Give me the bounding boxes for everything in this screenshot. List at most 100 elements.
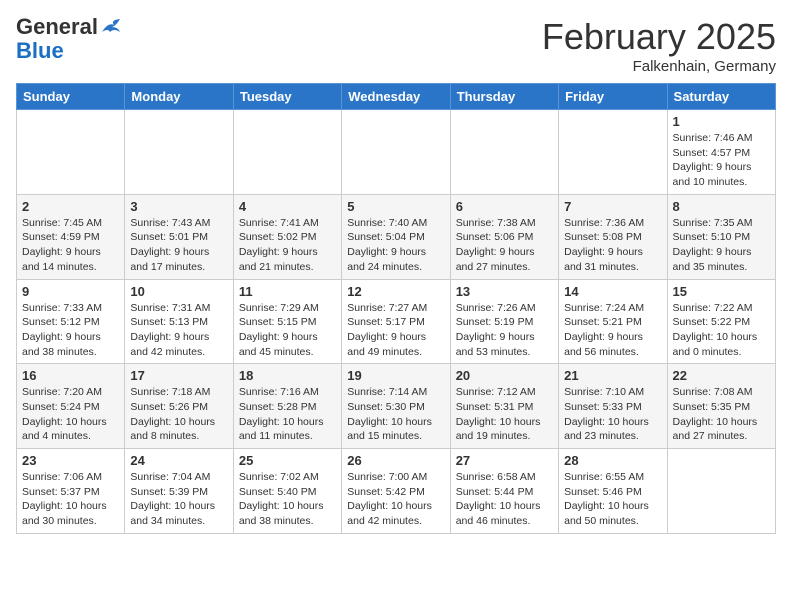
calendar-cell: 25 Sunrise: 7:02 AM Sunset: 5:40 PM Dayli… bbox=[233, 449, 341, 534]
day-number: 24 bbox=[130, 453, 227, 468]
day-number: 4 bbox=[239, 199, 336, 214]
calendar-cell: 4 Sunrise: 7:41 AM Sunset: 5:02 PM Daylig… bbox=[233, 194, 341, 279]
day-number: 25 bbox=[239, 453, 336, 468]
calendar-cell: 9 Sunrise: 7:33 AM Sunset: 5:12 PM Daylig… bbox=[17, 279, 125, 364]
day-number: 26 bbox=[347, 453, 444, 468]
day-number: 13 bbox=[456, 284, 553, 299]
day-info: Sunrise: 7:10 AM Sunset: 5:33 PM Dayligh… bbox=[564, 385, 661, 444]
day-number: 9 bbox=[22, 284, 119, 299]
calendar-cell: 23 Sunrise: 7:06 AM Sunset: 5:37 PM Dayli… bbox=[17, 449, 125, 534]
day-number: 19 bbox=[347, 368, 444, 383]
logo: General Blue bbox=[16, 16, 122, 64]
calendar-cell bbox=[342, 110, 450, 195]
day-number: 20 bbox=[456, 368, 553, 383]
calendar-week-4: 16Sunrise: 7:20 AM Sunset: 5:24 PM Dayli… bbox=[17, 364, 776, 449]
day-info: Sunrise: 7:18 AM Sunset: 5:26 PM Dayligh… bbox=[130, 385, 227, 444]
calendar-cell: 21 Sunrise: 7:10 AM Sunset: 5:33 PM Dayli… bbox=[559, 364, 667, 449]
month-title: February 2025 bbox=[542, 16, 776, 58]
location-subtitle: Falkenhain, Germany bbox=[542, 58, 776, 75]
calendar-cell: 12 Sunrise: 7:27 AM Sunset: 5:17 PM Dayli… bbox=[342, 279, 450, 364]
day-info: Sunrise: 7:27 AM Sunset: 5:17 PM Dayligh… bbox=[347, 301, 444, 360]
title-block: February 2025 Falkenhain, Germany bbox=[542, 16, 776, 75]
day-info: Sunrise: 7:06 AM Sunset: 5:37 PM Dayligh… bbox=[22, 470, 119, 529]
day-info: Sunrise: 7:16 AM Sunset: 5:28 PM Dayligh… bbox=[239, 385, 336, 444]
calendar-cell: 14Sunrise: 7:24 AM Sunset: 5:21 PM Dayli… bbox=[559, 279, 667, 364]
calendar-cell: 2 Sunrise: 7:45 AM Sunset: 4:59 PM Daylig… bbox=[17, 194, 125, 279]
calendar-cell: 22Sunrise: 7:08 AM Sunset: 5:35 PM Dayli… bbox=[667, 364, 775, 449]
weekday-header-sunday: Sunday bbox=[17, 84, 125, 110]
calendar-cell: 16Sunrise: 7:20 AM Sunset: 5:24 PM Dayli… bbox=[17, 364, 125, 449]
calendar-week-5: 23 Sunrise: 7:06 AM Sunset: 5:37 PM Dayli… bbox=[17, 449, 776, 534]
day-info: Sunrise: 7:02 AM Sunset: 5:40 PM Dayligh… bbox=[239, 470, 336, 529]
day-info: Sunrise: 7:31 AM Sunset: 5:13 PM Dayligh… bbox=[130, 301, 227, 360]
day-number: 15 bbox=[673, 284, 770, 299]
day-number: 3 bbox=[130, 199, 227, 214]
calendar-table: SundayMondayTuesdayWednesdayThursdayFrid… bbox=[16, 83, 776, 534]
calendar-cell: 10 Sunrise: 7:31 AM Sunset: 5:13 PM Dayli… bbox=[125, 279, 233, 364]
calendar-cell: 26 Sunrise: 7:00 AM Sunset: 5:42 PM Dayli… bbox=[342, 449, 450, 534]
calendar-cell: 19 Sunrise: 7:14 AM Sunset: 5:30 PM Dayli… bbox=[342, 364, 450, 449]
day-number: 28 bbox=[564, 453, 661, 468]
day-info: Sunrise: 7:43 AM Sunset: 5:01 PM Dayligh… bbox=[130, 216, 227, 275]
day-info: Sunrise: 7:29 AM Sunset: 5:15 PM Dayligh… bbox=[239, 301, 336, 360]
calendar-cell: 8 Sunrise: 7:35 AM Sunset: 5:10 PM Daylig… bbox=[667, 194, 775, 279]
day-number: 23 bbox=[22, 453, 119, 468]
weekday-header-saturday: Saturday bbox=[667, 84, 775, 110]
day-info: Sunrise: 7:26 AM Sunset: 5:19 PM Dayligh… bbox=[456, 301, 553, 360]
calendar-cell: 3 Sunrise: 7:43 AM Sunset: 5:01 PM Daylig… bbox=[125, 194, 233, 279]
calendar-cell: 24 Sunrise: 7:04 AM Sunset: 5:39 PM Dayli… bbox=[125, 449, 233, 534]
logo-general-text: General bbox=[16, 16, 98, 38]
day-info: Sunrise: 7:36 AM Sunset: 5:08 PM Dayligh… bbox=[564, 216, 661, 275]
day-info: Sunrise: 7:41 AM Sunset: 5:02 PM Dayligh… bbox=[239, 216, 336, 275]
calendar-cell: 15 Sunrise: 7:22 AM Sunset: 5:22 PM Dayli… bbox=[667, 279, 775, 364]
day-number: 1 bbox=[673, 114, 770, 129]
calendar-cell bbox=[17, 110, 125, 195]
day-number: 17 bbox=[130, 368, 227, 383]
logo-bird-icon bbox=[100, 18, 122, 36]
weekday-header-tuesday: Tuesday bbox=[233, 84, 341, 110]
calendar-week-2: 2 Sunrise: 7:45 AM Sunset: 4:59 PM Daylig… bbox=[17, 194, 776, 279]
calendar-cell: 11 Sunrise: 7:29 AM Sunset: 5:15 PM Dayli… bbox=[233, 279, 341, 364]
day-info: Sunrise: 7:22 AM Sunset: 5:22 PM Dayligh… bbox=[673, 301, 770, 360]
day-info: Sunrise: 7:46 AM Sunset: 4:57 PM Dayligh… bbox=[673, 131, 770, 190]
day-info: Sunrise: 6:58 AM Sunset: 5:44 PM Dayligh… bbox=[456, 470, 553, 529]
day-info: Sunrise: 7:04 AM Sunset: 5:39 PM Dayligh… bbox=[130, 470, 227, 529]
day-number: 8 bbox=[673, 199, 770, 214]
calendar-cell: 28 Sunrise: 6:55 AM Sunset: 5:46 PM Dayli… bbox=[559, 449, 667, 534]
calendar-week-3: 9 Sunrise: 7:33 AM Sunset: 5:12 PM Daylig… bbox=[17, 279, 776, 364]
weekday-header-thursday: Thursday bbox=[450, 84, 558, 110]
calendar-cell: 27 Sunrise: 6:58 AM Sunset: 5:44 PM Dayli… bbox=[450, 449, 558, 534]
day-info: Sunrise: 7:33 AM Sunset: 5:12 PM Dayligh… bbox=[22, 301, 119, 360]
day-number: 7 bbox=[564, 199, 661, 214]
calendar-cell: 20 Sunrise: 7:12 AM Sunset: 5:31 PM Dayli… bbox=[450, 364, 558, 449]
day-number: 21 bbox=[564, 368, 661, 383]
day-number: 22 bbox=[673, 368, 770, 383]
day-info: Sunrise: 7:00 AM Sunset: 5:42 PM Dayligh… bbox=[347, 470, 444, 529]
page-header: General Blue February 2025 Falkenhain, G… bbox=[16, 16, 776, 75]
day-number: 10 bbox=[130, 284, 227, 299]
day-info: Sunrise: 7:38 AM Sunset: 5:06 PM Dayligh… bbox=[456, 216, 553, 275]
day-info: Sunrise: 7:20 AM Sunset: 5:24 PM Dayligh… bbox=[22, 385, 119, 444]
day-number: 6 bbox=[456, 199, 553, 214]
day-info: Sunrise: 7:45 AM Sunset: 4:59 PM Dayligh… bbox=[22, 216, 119, 275]
calendar-cell bbox=[450, 110, 558, 195]
calendar-cell bbox=[667, 449, 775, 534]
weekday-header-monday: Monday bbox=[125, 84, 233, 110]
calendar-cell: 5Sunrise: 7:40 AM Sunset: 5:04 PM Daylig… bbox=[342, 194, 450, 279]
weekday-header-row: SundayMondayTuesdayWednesdayThursdayFrid… bbox=[17, 84, 776, 110]
calendar-week-1: 1 Sunrise: 7:46 AM Sunset: 4:57 PM Daylig… bbox=[17, 110, 776, 195]
day-number: 12 bbox=[347, 284, 444, 299]
day-number: 5 bbox=[347, 199, 444, 214]
calendar-cell: 1 Sunrise: 7:46 AM Sunset: 4:57 PM Daylig… bbox=[667, 110, 775, 195]
weekday-header-wednesday: Wednesday bbox=[342, 84, 450, 110]
day-number: 2 bbox=[22, 199, 119, 214]
calendar-cell: 18Sunrise: 7:16 AM Sunset: 5:28 PM Dayli… bbox=[233, 364, 341, 449]
day-info: Sunrise: 7:35 AM Sunset: 5:10 PM Dayligh… bbox=[673, 216, 770, 275]
calendar-cell: 7 Sunrise: 7:36 AM Sunset: 5:08 PM Daylig… bbox=[559, 194, 667, 279]
day-info: Sunrise: 7:14 AM Sunset: 5:30 PM Dayligh… bbox=[347, 385, 444, 444]
day-number: 27 bbox=[456, 453, 553, 468]
calendar-cell bbox=[125, 110, 233, 195]
day-info: Sunrise: 7:12 AM Sunset: 5:31 PM Dayligh… bbox=[456, 385, 553, 444]
day-number: 11 bbox=[239, 284, 336, 299]
day-info: Sunrise: 6:55 AM Sunset: 5:46 PM Dayligh… bbox=[564, 470, 661, 529]
